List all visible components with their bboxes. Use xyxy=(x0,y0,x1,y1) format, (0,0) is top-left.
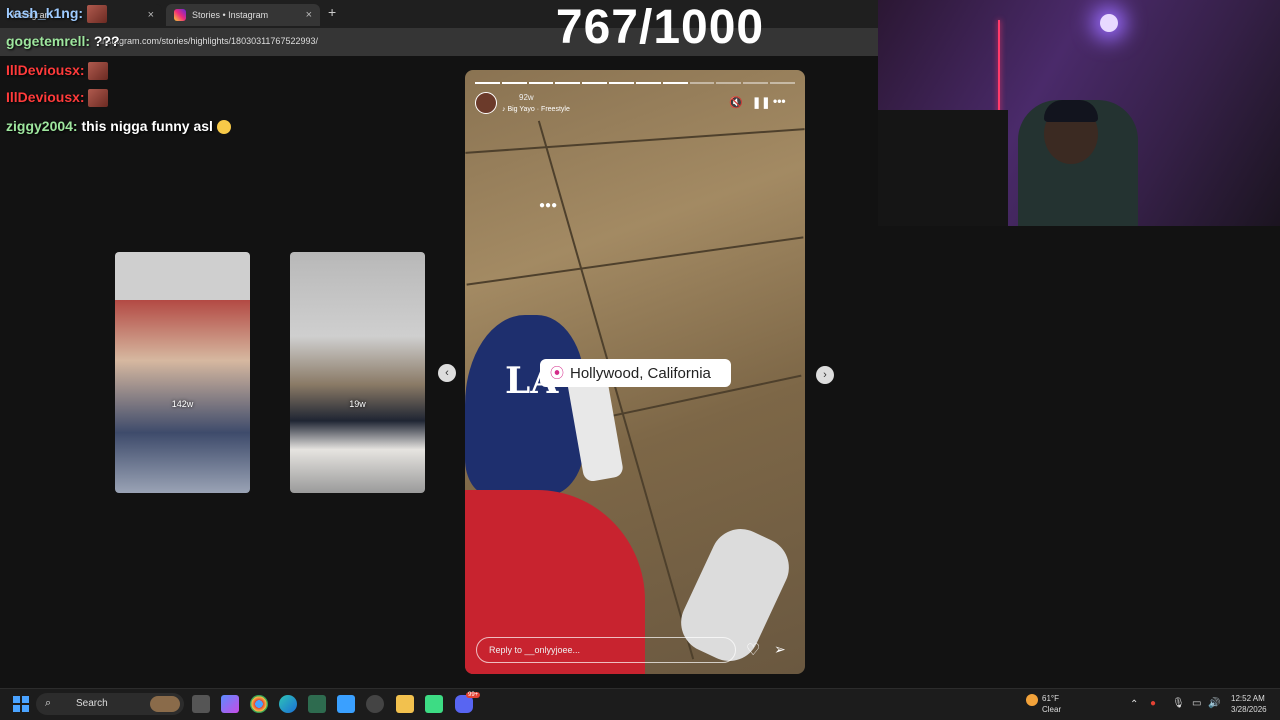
app-icon[interactable] xyxy=(308,695,326,713)
floor-tile-line xyxy=(465,128,805,154)
emote-icon xyxy=(88,62,109,81)
chat-username: kash_k1ng: xyxy=(6,5,84,21)
volume-icon[interactable]: 🔊 xyxy=(1208,698,1220,709)
more-options-icon[interactable]: ••• xyxy=(773,94,786,108)
app-icon[interactable] xyxy=(425,695,443,713)
weather-temp[interactable]: 61°F xyxy=(1042,694,1059,703)
chat-message: IllDeviousx: xyxy=(6,62,109,81)
thumbnail-age: 19w xyxy=(349,399,366,409)
location-text: Hollywood, California xyxy=(570,364,711,382)
reply-input[interactable]: Reply to __onlyyjoee... xyxy=(476,637,736,663)
story-time: 92w xyxy=(519,93,534,102)
tray-app-icon[interactable]: ● xyxy=(1150,698,1156,709)
chat-message: IllDeviousx: xyxy=(6,89,109,108)
location-sticker[interactable]: ⦿ Hollywood, California xyxy=(540,359,731,387)
story-progress xyxy=(475,82,795,84)
url-text[interactable]: instagram.com/stories/highlights/1803031… xyxy=(100,36,318,46)
loading-dots-icon: ●●● xyxy=(539,200,558,211)
weather-moon-icon[interactable] xyxy=(1026,694,1038,706)
search-label: Search xyxy=(76,698,108,709)
chat-message: kash_k1ng: xyxy=(6,5,107,24)
tab-label: Stories • Instagram xyxy=(192,10,269,20)
network-icon[interactable]: ▭ xyxy=(1192,698,1201,709)
lamp-light xyxy=(1100,14,1118,32)
location-pin-icon: ⦿ xyxy=(550,365,564,381)
like-heart-icon[interactable]: ♡ xyxy=(746,640,760,660)
share-send-icon[interactable]: ➢ xyxy=(774,641,786,658)
emote-icon xyxy=(86,5,107,24)
webcam-feed xyxy=(878,0,1280,226)
search-icon: ⌕ xyxy=(45,697,52,709)
emoji-icon xyxy=(216,120,231,135)
chevron-up-icon[interactable]: ⌃ xyxy=(1130,699,1138,710)
cap-shape xyxy=(1044,100,1098,122)
thumbnail-age: 142w xyxy=(171,399,194,409)
chat-username: IllDeviousx: xyxy=(6,89,85,105)
floor-tile-line xyxy=(466,236,804,286)
chrome-icon[interactable] xyxy=(250,695,268,713)
hat-shape xyxy=(465,315,585,495)
avatar[interactable] xyxy=(475,92,497,114)
search-highlight-icon xyxy=(150,696,180,712)
highlight-thumbnail[interactable]: 19w xyxy=(290,252,425,493)
chat-message: ziggy2004: this nigga funny asl xyxy=(6,118,231,135)
copilot-icon[interactable] xyxy=(221,695,239,713)
chat-username: IllDeviousx: xyxy=(6,62,85,78)
music-text: Big Yayo · Freestyle xyxy=(507,106,570,113)
highlight-thumbnail[interactable]: 142w xyxy=(115,252,250,493)
notification-badge: 99+ xyxy=(466,692,481,698)
settings-icon[interactable] xyxy=(366,695,384,713)
close-icon[interactable]: × xyxy=(148,9,154,21)
weather-desc[interactable]: Clear xyxy=(1042,705,1061,714)
instagram-icon xyxy=(174,9,186,21)
tab-stories[interactable]: Stories • Instagram × xyxy=(166,4,320,26)
store-icon[interactable] xyxy=(337,695,355,713)
stream-counter: 767/1000 xyxy=(555,1,765,54)
new-tab-button[interactable]: + xyxy=(328,4,336,20)
music-label: ♪ Big Yayo · Freestyle xyxy=(502,106,570,113)
next-story-button[interactable]: › xyxy=(816,366,834,384)
edge-icon[interactable] xyxy=(279,695,297,713)
chat-message: gogetemrell: ??? xyxy=(6,33,120,49)
close-icon[interactable]: × xyxy=(306,9,312,21)
emote-icon xyxy=(88,89,109,108)
couch-shape xyxy=(878,110,1008,226)
chat-text: this nigga funny asl xyxy=(81,118,213,134)
windows-start-icon[interactable] xyxy=(13,696,29,712)
clock-date[interactable]: 3/28/2026 xyxy=(1231,705,1267,714)
folder-icon[interactable] xyxy=(396,695,414,713)
chat-username: ziggy2004: xyxy=(6,118,78,134)
pause-icon[interactable]: ❚❚ xyxy=(752,96,770,109)
mute-icon[interactable]: 🔇 xyxy=(729,96,743,109)
chat-text: ??? xyxy=(93,33,120,49)
microphone-icon[interactable]: 🎙 xyxy=(1172,698,1185,709)
previous-story-button[interactable]: ‹ xyxy=(438,364,456,382)
task-view-icon[interactable] xyxy=(192,695,210,713)
clock-time[interactable]: 12:52 AM xyxy=(1231,694,1265,703)
chat-username: gogetemrell: xyxy=(6,33,91,49)
